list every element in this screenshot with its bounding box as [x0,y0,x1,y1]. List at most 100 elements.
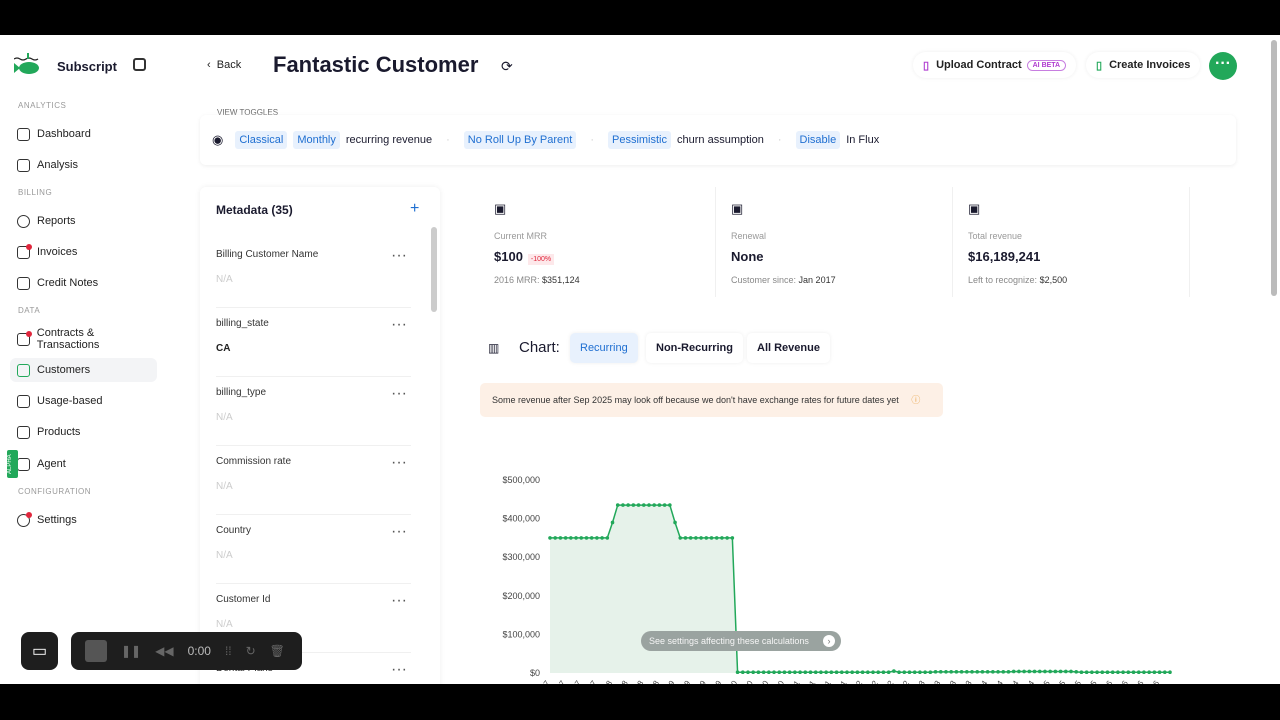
add-metadata-button[interactable]: + [410,200,419,218]
data-point [892,669,896,673]
data-point [1069,669,1073,674]
data-point [949,670,953,674]
metric-card: ▣ Total revenue $16,189,241 Left to recogni… [954,187,1190,297]
toggle-rollup[interactable]: No Roll Up By Parent [463,131,577,149]
calendar-clock-icon: ▣ [731,201,744,216]
label: Agent [37,458,66,470]
gear-icon [17,511,32,527]
sidebar-item-credit-notes[interactable]: Credit Notes [10,271,157,295]
data-point [636,503,641,507]
tab-all-revenue[interactable]: All Revenue [747,333,830,363]
more-icon[interactable]: ··· [391,523,407,541]
metadata-value: CA [216,343,231,354]
grid-icon[interactable]: ⁞⁞ [225,644,232,658]
metadata-scrollbar[interactable] [431,227,437,312]
data-point [761,670,766,675]
data-point [782,670,787,675]
y-tick-label: $400,000 [502,514,540,524]
invoice-icon [17,243,32,259]
tab-recurring[interactable]: Recurring [570,333,638,363]
sidebar-item-customers[interactable]: Customers [10,358,157,382]
data-point [954,670,959,674]
data-point [787,670,792,675]
bar-chart-icon [17,158,30,172]
sidebar-item-usage-based[interactable]: Usage-based [10,389,157,413]
camera-button[interactable]: ▭ [21,632,58,670]
metadata-row: Country N/A ··· [216,515,411,584]
data-point [1027,669,1032,674]
brand-name[interactable]: Subscript [57,59,117,74]
stop-button[interactable] [85,640,107,662]
box-icon [17,425,30,439]
data-point [928,670,933,675]
more-icon[interactable]: ··· [391,247,407,265]
app: Subscript ANALYTICS Dashboard Analysis B… [0,35,1280,684]
toggle-influx[interactable]: Disable [795,131,841,149]
data-point [1022,669,1026,674]
label: Upload Contract [936,59,1022,71]
tab-non-recurring[interactable]: Non-Recurring [646,333,743,363]
create-invoices-button[interactable]: ▯ Create Invoices [1086,52,1201,78]
sidebar-item-invoices[interactable]: Invoices [10,240,157,264]
page-scrollbar-thumb[interactable] [1271,40,1277,296]
data-point [845,670,849,675]
toggle-monthly[interactable]: Monthly [293,131,340,149]
sidebar-item-reports[interactable]: Reports [10,209,157,233]
trash-icon[interactable]: 🗑 [270,644,285,658]
data-point [1011,669,1016,674]
pause-icon[interactable]: ❚❚ [121,644,141,658]
settings-tooltip[interactable]: See settings affecting these calculation… [641,631,841,651]
arrows-icon [17,394,30,408]
label: Credit Notes [37,277,99,289]
data-point [907,670,912,675]
data-point [1105,670,1110,675]
more-icon[interactable]: ··· [391,316,407,334]
more-icon[interactable]: ··· [391,592,407,610]
data-point [688,536,693,540]
data-point [808,670,813,675]
page-title: Fantastic Customer [273,52,479,77]
data-point [938,670,943,674]
label: Dashboard [37,128,91,140]
data-point [589,536,594,540]
more-icon[interactable]: ··· [391,661,407,679]
data-point [1048,669,1052,674]
metadata-row: billing_state CA ··· [216,308,411,377]
help-icon[interactable]: ⓘ [911,395,920,405]
toggle-churn[interactable]: Pessimistic [608,131,672,149]
collapse-sidebar-icon[interactable] [133,58,146,71]
data-point [772,670,776,675]
sidebar-item-analysis[interactable]: Analysis [10,153,157,177]
y-tick-label: $300,000 [502,552,540,562]
data-point [923,670,927,675]
data-point [918,670,922,675]
data-point [970,670,974,674]
sidebar-item-products[interactable]: Products [10,420,157,444]
sidebar-item-agent[interactable]: Agent [10,452,157,476]
data-point [1006,670,1011,674]
data-point [793,670,797,675]
video-camera-icon: ▭ [31,643,48,660]
toggle-classical[interactable]: Classical [235,131,288,149]
card-label: Total revenue [968,231,1023,241]
metadata-panel: Metadata (35) + Billing Customer Name N/A… [200,187,440,684]
data-point [579,536,584,540]
back-button[interactable]: ‹ Back [207,59,241,71]
data-point [855,670,860,675]
more-icon[interactable]: ··· [391,385,407,403]
sidebar-item-settings[interactable]: Settings [10,508,157,532]
sidebar-item-contracts[interactable]: Contracts & Transactions [10,327,157,351]
submarine-logo-icon [14,53,39,74]
more-options-button[interactable]: ··· [1209,52,1237,80]
restart-icon[interactable]: ↻ [246,644,256,658]
sidebar-item-dashboard[interactable]: Dashboard [10,122,157,146]
data-point [1126,670,1131,675]
rewind-icon[interactable]: ◀◀ [155,644,173,658]
more-icon[interactable]: ··· [391,454,407,472]
refresh-icon[interactable]: ⟳ [501,58,513,75]
change-badge: -100% [527,254,555,265]
section-data: DATA [18,306,41,315]
metadata-key: Commission rate [216,456,292,467]
data-point [876,670,881,675]
upload-contract-button[interactable]: ▯ Upload Contract AI BETA [913,52,1077,78]
